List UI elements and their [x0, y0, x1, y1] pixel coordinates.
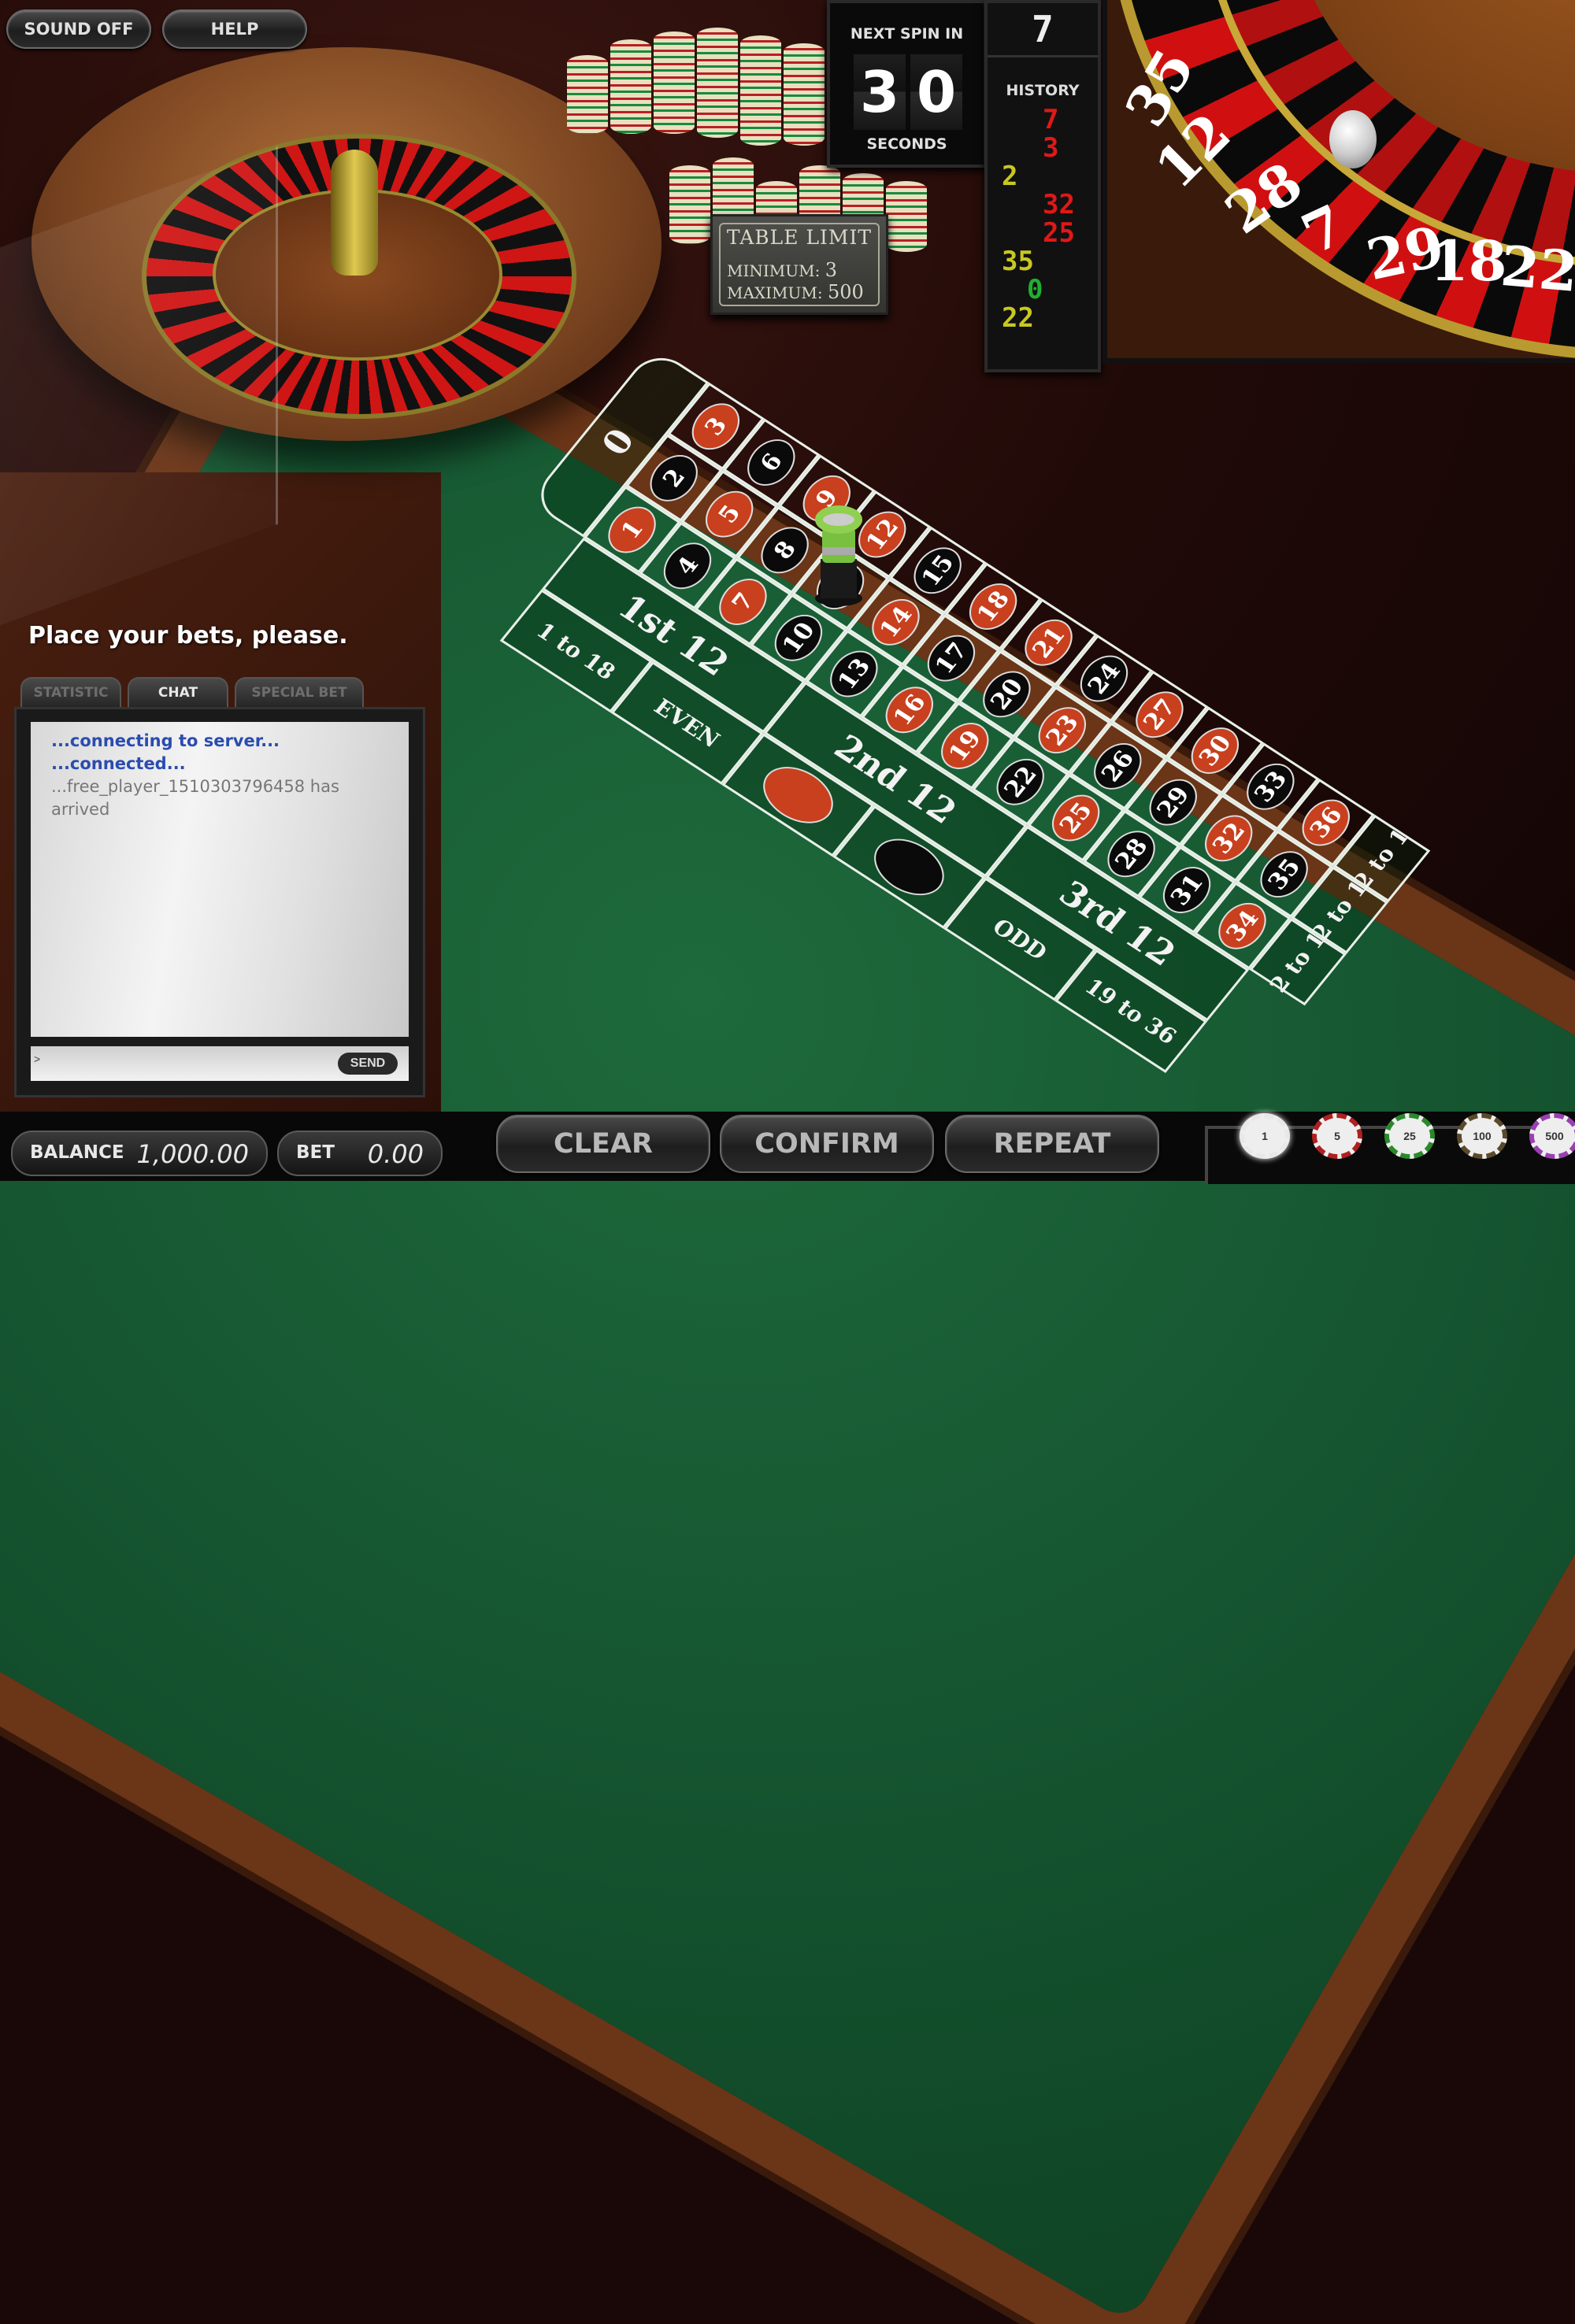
- balance-display: BALANCE 1,000.00: [11, 1131, 268, 1176]
- chip-500[interactable]: 500: [1529, 1113, 1575, 1159]
- zero-label: 0: [594, 421, 643, 463]
- min-label: MINIMUM:: [727, 261, 821, 280]
- history-entry: 32: [1043, 189, 1075, 220]
- confirm-button[interactable]: CONFIRM: [720, 1115, 934, 1173]
- chip-100[interactable]: 100: [1457, 1113, 1507, 1159]
- table-limit-title: TABLE LIMIT: [726, 226, 873, 249]
- wheel-number: 18: [1430, 228, 1507, 294]
- chip-selector: 1 5 25 100 500: [1205, 1113, 1575, 1184]
- chip-stack: [669, 165, 710, 244]
- send-button[interactable]: SEND: [338, 1053, 398, 1075]
- history-entry: 3: [1043, 132, 1059, 164]
- chat-panel: ...connecting to server... ...connected.…: [14, 707, 425, 1097]
- chip-stack: [740, 35, 781, 146]
- chip-stack: [784, 43, 825, 146]
- chip-stack: [654, 31, 695, 134]
- history-entry: 7: [1043, 104, 1059, 135]
- sound-toggle-button[interactable]: SOUND OFF: [6, 9, 151, 49]
- table-limit-sign: TABLE LIMIT MINIMUM: 3 MAXIMUM: 500: [710, 214, 888, 315]
- chat-message: ...connecting to server...: [51, 731, 280, 750]
- bet-label: ODD: [988, 913, 1053, 965]
- table-limit-min: MINIMUM: 3: [727, 259, 837, 281]
- history-entry: 0: [1027, 274, 1043, 305]
- panel-tabs: STATISTIC CHAT SPECIAL BET: [20, 677, 364, 707]
- wheel-turret: [331, 150, 378, 276]
- chat-input[interactable]: [37, 1051, 339, 1076]
- balance-value: 1,000.00: [136, 1139, 250, 1169]
- spin-timer: NEXT SPIN IN 3 0 SECONDS: [827, 0, 987, 168]
- timer-digit-tens: 3: [854, 54, 906, 130]
- wheel-number: 22: [1498, 232, 1575, 305]
- chip-stack: [697, 28, 738, 138]
- balance-label: BALANCE: [30, 1142, 124, 1163]
- win-marker-dolly: [815, 505, 862, 606]
- timer-digit-ones: 0: [910, 54, 962, 130]
- wheel-closeup: 35 12 28 7 29 18 22: [1102, 0, 1575, 363]
- history-entry: 25: [1043, 217, 1075, 249]
- chip-5[interactable]: 5: [1312, 1113, 1362, 1159]
- chip-stack: [567, 55, 608, 134]
- bet-display: BET 0.00: [277, 1131, 443, 1176]
- clear-button[interactable]: CLEAR: [496, 1115, 710, 1173]
- tab-statistic[interactable]: STATISTIC: [20, 677, 121, 707]
- chip-stack: [886, 181, 927, 252]
- min-value: 3: [825, 259, 837, 281]
- chip-25[interactable]: 25: [1384, 1113, 1435, 1159]
- bet-label: EVEN: [649, 693, 725, 753]
- history-panel: 7 HISTORY 7 3 2 32 25 35 0 22: [984, 0, 1101, 372]
- status-message: Place your bets, please.: [28, 622, 348, 649]
- chat-input-bar: > SEND: [31, 1046, 409, 1081]
- chip-1[interactable]: 1: [1240, 1113, 1290, 1159]
- chat-message: ...connected...: [51, 754, 186, 773]
- timer-label: NEXT SPIN IN: [850, 25, 964, 43]
- bet-label: BET: [296, 1142, 335, 1163]
- last-result: 7: [988, 8, 1098, 57]
- history-label: HISTORY: [1006, 82, 1080, 99]
- max-value: 500: [827, 281, 864, 303]
- history-entry: 35: [1002, 246, 1034, 277]
- tab-special-bet[interactable]: SPECIAL BET: [235, 677, 364, 707]
- bet-value: 0.00: [367, 1139, 424, 1169]
- history-entry: 22: [1002, 302, 1034, 334]
- help-button[interactable]: HELP: [162, 9, 307, 49]
- timer-unit: SECONDS: [866, 135, 947, 153]
- table-limit-max: MAXIMUM: 500: [727, 281, 864, 303]
- max-label: MAXIMUM:: [727, 283, 823, 302]
- history-entry: 2: [1002, 161, 1018, 192]
- chip-stack: [610, 39, 651, 134]
- chat-log: ...connecting to server... ...connected.…: [31, 722, 409, 1037]
- chat-message: ...free_player_1510303796458 has arrived: [51, 777, 339, 819]
- repeat-button[interactable]: REPEAT: [945, 1115, 1159, 1173]
- tab-chat[interactable]: CHAT: [128, 677, 228, 707]
- roulette-ball: [1329, 110, 1377, 168]
